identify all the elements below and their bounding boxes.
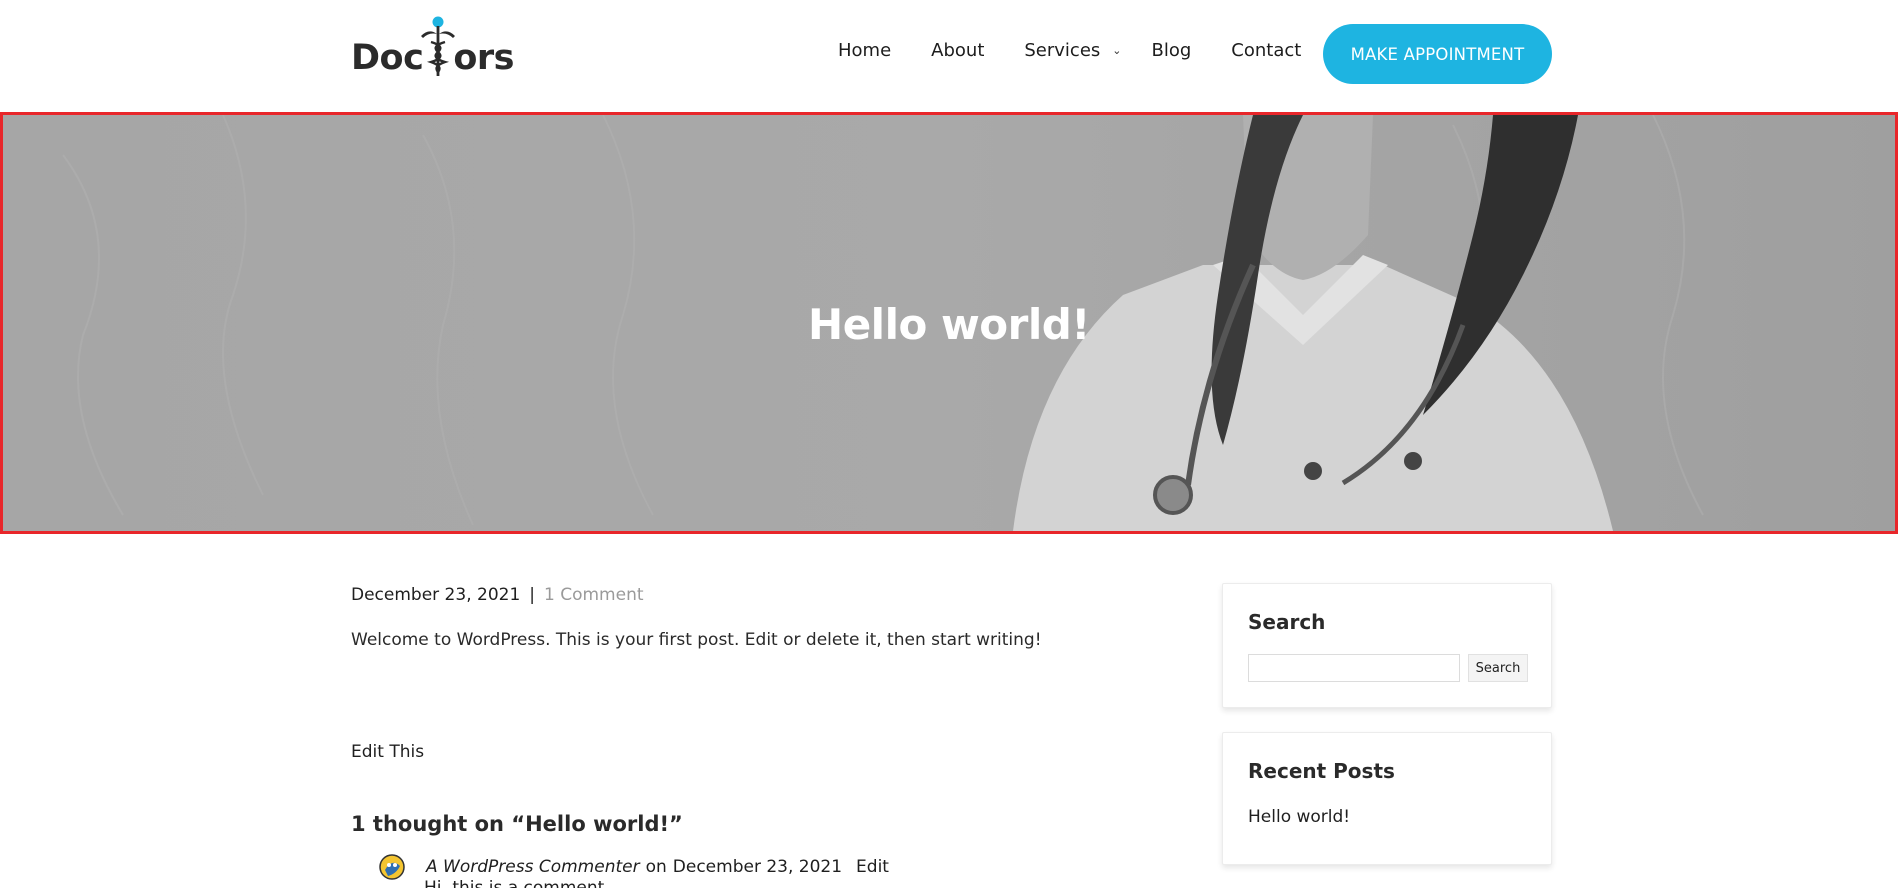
make-appointment-button[interactable]: MAKE APPOINTMENT [1323, 24, 1552, 84]
widget-title: Recent Posts [1248, 759, 1395, 783]
site-logo[interactable]: Doc ors [351, 16, 514, 76]
comments-heading: 1 thought on “Hello world!” [351, 812, 683, 836]
nav-item-label: Home [838, 40, 892, 61]
nav-item-blog[interactable]: Blog [1152, 40, 1192, 61]
comments-link[interactable]: 1 Comment [544, 585, 644, 605]
post-date[interactable]: December 23, 2021 [351, 585, 520, 605]
recent-post-link[interactable]: Hello world! [1248, 807, 1350, 827]
meta-separator: | [529, 585, 535, 605]
hero-banner: Hello world! [0, 112, 1898, 534]
nav-item-label: Contact [1231, 40, 1302, 61]
comment-author[interactable]: A WordPress Commenter [426, 857, 640, 877]
chevron-down-icon[interactable]: ⌄ [1112, 44, 1121, 57]
post-meta: December 23, 2021 | 1 Comment [351, 585, 644, 605]
nav-item-about[interactable]: About [931, 40, 984, 61]
edit-post-link[interactable]: Edit This [351, 742, 424, 762]
widget-title: Search [1248, 610, 1326, 634]
comment-text: Hi, this is a comment. [424, 878, 610, 888]
logo-text-left: Doc [351, 38, 424, 78]
site-header: Doc ors Home About Services ⌄ Blog Contac… [0, 0, 1898, 112]
nav-item-services[interactable]: Services ⌄ [1024, 40, 1121, 61]
page-title: Hello world! [808, 300, 1090, 349]
logo-text-right: ors [453, 38, 514, 78]
caduceus-icon [421, 16, 456, 76]
search-widget: Search Search [1222, 583, 1552, 708]
post-body: Welcome to WordPress. This is your first… [351, 630, 1042, 650]
comment-edit-link[interactable]: Edit [856, 857, 889, 877]
nav-item-home[interactable]: Home [838, 40, 891, 61]
comment-on-text: on [645, 857, 667, 877]
search-input[interactable] [1248, 654, 1460, 682]
avatar [378, 852, 406, 882]
main-nav: Home About Services ⌄ Blog Contact [838, 40, 1341, 61]
nav-item-contact[interactable]: Contact [1231, 40, 1301, 61]
comment-date[interactable]: December 23, 2021 [673, 857, 842, 877]
nav-item-label: Services [1024, 40, 1101, 61]
nav-item-label: Blog [1151, 40, 1192, 61]
search-button[interactable]: Search [1468, 654, 1528, 682]
recent-posts-widget: Recent Posts Hello world! [1222, 732, 1552, 865]
nav-item-label: About [931, 40, 985, 61]
logo-wordmark: Doc ors [351, 16, 514, 76]
